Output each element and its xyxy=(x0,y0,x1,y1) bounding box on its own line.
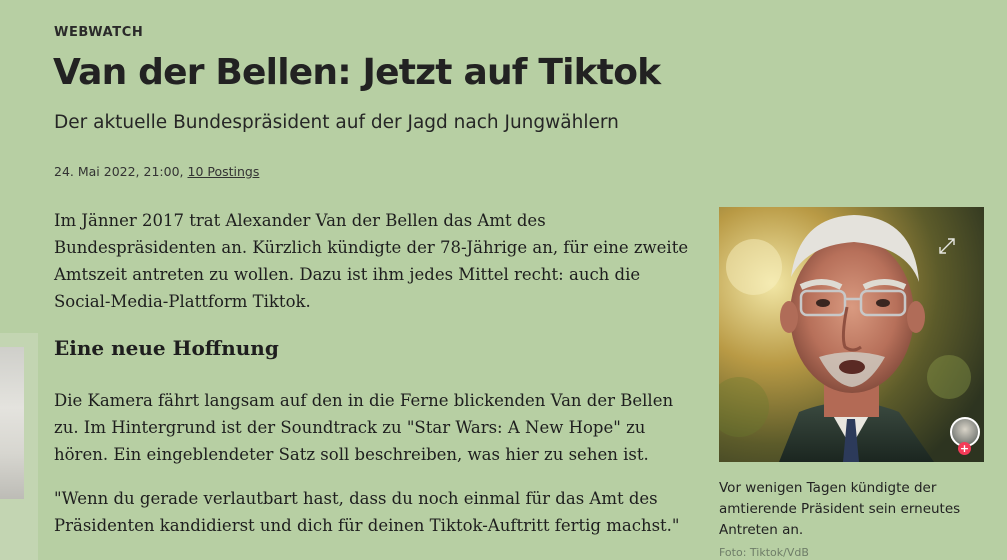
section-heading: Eine neue Hoffnung xyxy=(54,336,279,360)
article-paragraph-3: "Wenn du gerade verlautbart hast, dass d… xyxy=(54,489,680,535)
left-ad-image[interactable] xyxy=(0,347,24,499)
article-paragraph-1: Im Jänner 2017 trat Alexander Van der Be… xyxy=(54,211,689,311)
expand-icon[interactable] xyxy=(938,237,956,255)
article-headline: Van der Bellen: Jetzt auf Tiktok xyxy=(53,52,661,93)
postings-link[interactable]: 10 Postings xyxy=(188,164,260,179)
article-paragraph-2: Die Kamera fährt langsam auf den in die … xyxy=(54,391,674,464)
article-photo[interactable]: + xyxy=(719,207,984,462)
photo-credit: Foto: Tiktok/VdB xyxy=(719,546,809,559)
tiktok-follow-plus-icon[interactable]: + xyxy=(958,442,971,455)
photo-caption: Vor wenigen Tagen kündigte der amtierend… xyxy=(719,480,961,538)
article-kicker: WEBWATCH xyxy=(54,25,144,40)
article-subheadline: Der aktuelle Bundespräsident auf der Jag… xyxy=(54,112,619,133)
article-date: 24. Mai 2022, 21:00, xyxy=(54,164,184,179)
article-meta: 24. Mai 2022, 21:00, 10 Postings xyxy=(54,164,259,179)
